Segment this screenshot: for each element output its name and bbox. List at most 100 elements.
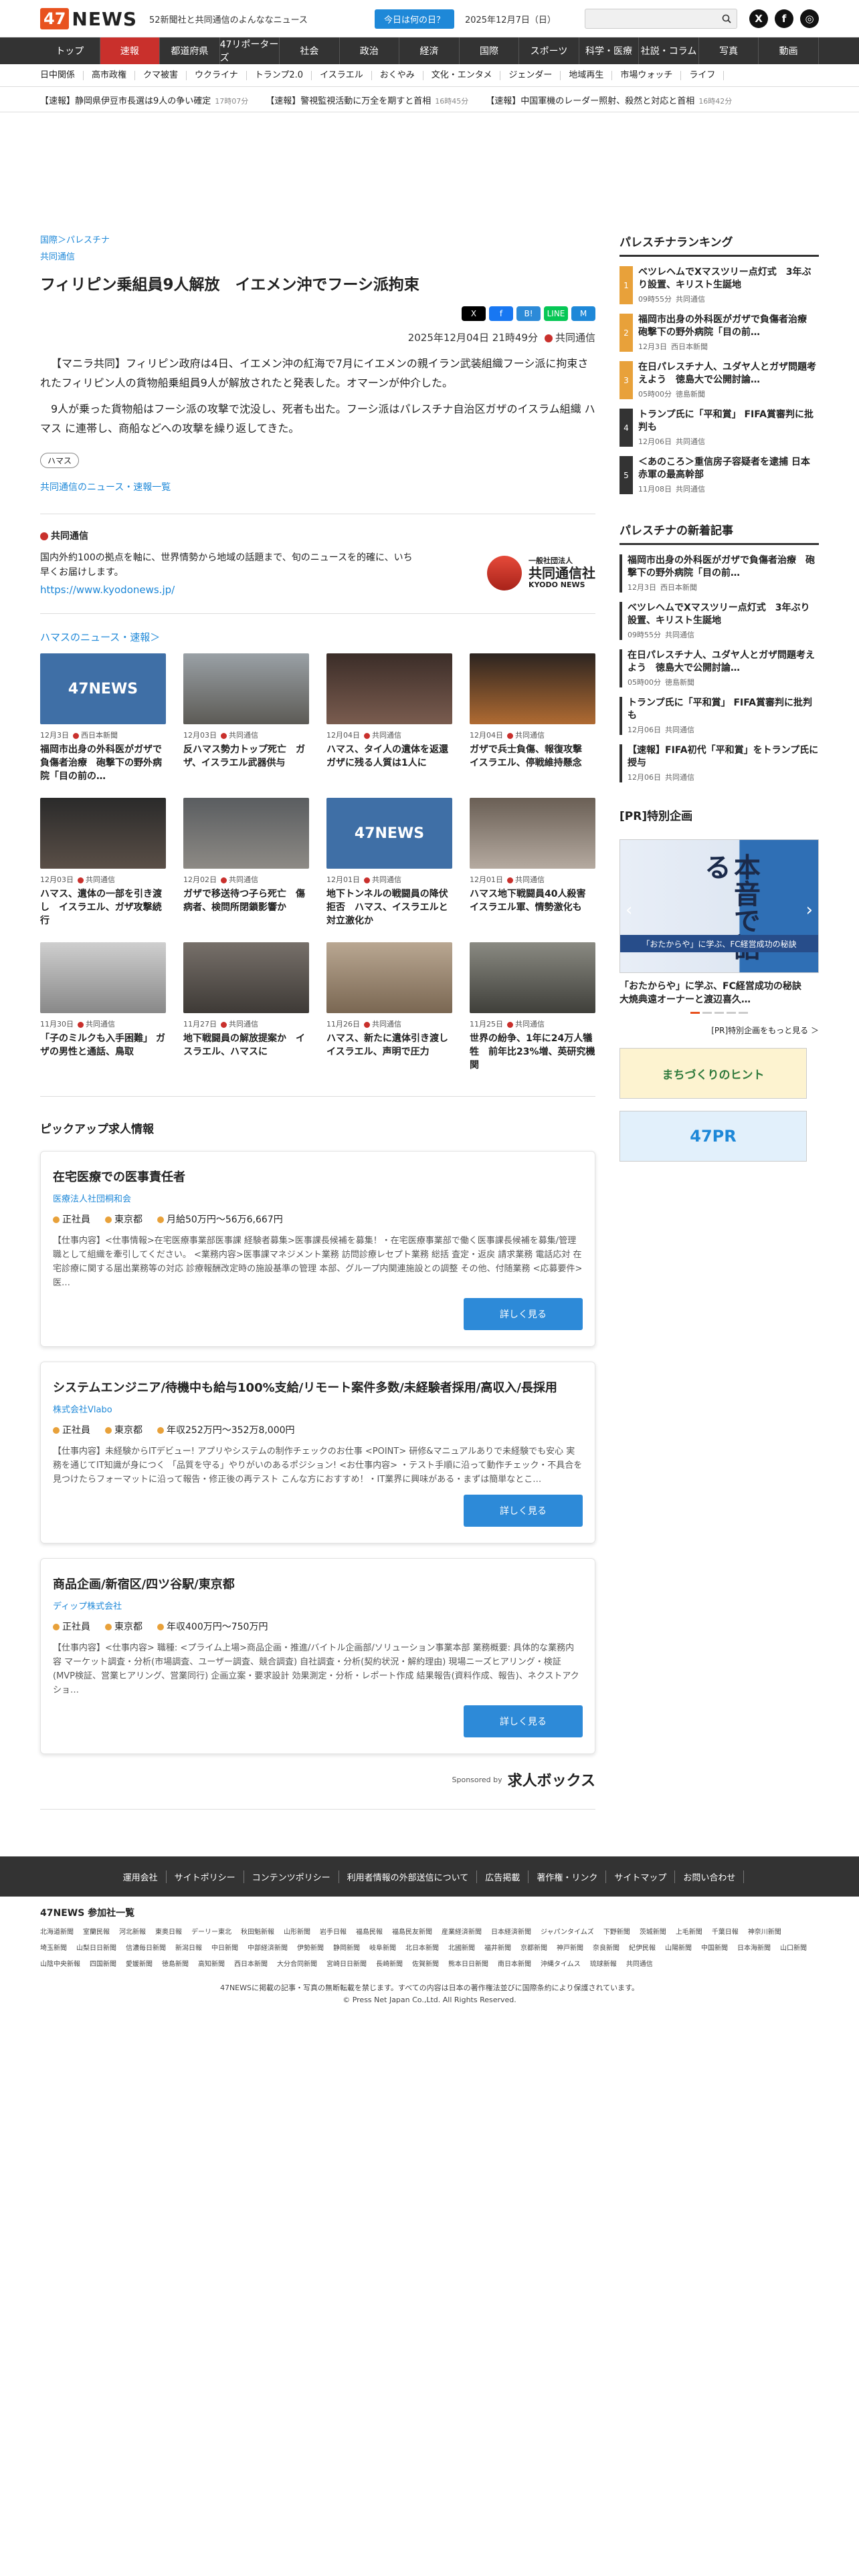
news-card[interactable]: 11月25日 共同通信 世界の紛争、1年に24万人犠牲 前年比23%増、英研究機関 xyxy=(470,942,595,1072)
news-card[interactable]: 11月26日 共同通信 ハマス、新たに遺体引き渡し イスラエル、声明で圧力 xyxy=(326,942,452,1072)
member-link[interactable]: 上毛新聞 xyxy=(676,1925,712,1941)
news-card[interactable]: 47NEWS 12月3日 西日本新聞 福岡市出身の外科医がガザで負傷者治療 砲撃下の野… xyxy=(40,653,166,783)
newest-item[interactable]: 在日パレスチナ人、ユダヤ人とガザ問題考えよう 徳島大で公開討論… 05時00分 徳島… xyxy=(619,649,819,687)
topic-item[interactable]: イスラエル xyxy=(312,71,372,80)
news-thumbnail[interactable] xyxy=(326,942,452,1013)
chevron-left-icon[interactable]: ‹ xyxy=(626,900,632,920)
member-link[interactable]: 神奈川新聞 xyxy=(748,1925,791,1941)
news-thumbnail[interactable] xyxy=(183,942,309,1013)
newest-title[interactable]: 【速報】FIFA初代「平和賞」をトランプ氏に授与 xyxy=(628,744,819,770)
news-title[interactable]: ガザで移送待つ子ら死亡 傷病者、検問所閉鎖影響か xyxy=(183,887,309,928)
news-card[interactable]: 12月01日 共同通信 ハマス地下戦闘員40人殺害 イスラエル軍、情勢激化も xyxy=(470,798,595,928)
newest-title[interactable]: ベツレヘムでXマスツリー点灯式 3年ぶり設置、キリスト生誕地 xyxy=(628,602,819,627)
news-title[interactable]: 福岡市出身の外科医がガザで負傷者治療 砲撃下の野外病院「目の前の… xyxy=(40,743,166,783)
footer-link[interactable]: 広告掲載 xyxy=(477,1870,529,1883)
ticker-item[interactable]: 【速報】中国軍機のレーダー照射、殺然と対応と首相 16時42分 xyxy=(486,94,732,106)
newest-title[interactable]: 福岡市出身の外科医がガザで負傷者治療 砲撃下の野外病院「目の前… xyxy=(628,554,819,580)
member-link[interactable]: 琉球新報 xyxy=(590,1957,626,1973)
news-title[interactable]: 地下トンネルの戦闘員の降伏拒否 ハマス、イスラエルと対立激化か xyxy=(326,887,452,928)
nav-item[interactable]: 社会 xyxy=(280,37,340,64)
news-title[interactable]: 「子のミルクも入手困難」 ガザの男性と通話、鳥取 xyxy=(40,1032,166,1072)
nav-item[interactable]: 動画 xyxy=(759,37,819,64)
footer-link[interactable]: コンテンツポリシー xyxy=(244,1870,339,1883)
member-link[interactable]: 四国新聞 xyxy=(90,1957,126,1973)
banner-47pr[interactable]: 47PR xyxy=(619,1111,807,1162)
ranking-item[interactable]: 1 ベツレヘムでXマスツリー点灯式 3年ぶり設置、キリスト生誕地 09時55分 共同通… xyxy=(619,266,819,304)
member-link[interactable]: 徳島新聞 xyxy=(162,1957,198,1973)
member-link[interactable]: 佐賀新聞 xyxy=(412,1957,448,1973)
ranking-title[interactable]: ベツレヘムでXマスツリー点灯式 3年ぶり設置、キリスト生誕地 xyxy=(638,266,819,292)
banner-machizukuri[interactable]: まちづくりのヒント xyxy=(619,1048,807,1099)
nav-item[interactable]: 写真 xyxy=(699,37,759,64)
ranking-item[interactable]: 3 在日パレスチナ人、ユダヤ人とガザ問題考えよう 徳島大で公開討論… 05時00分徳… xyxy=(619,361,819,399)
ranking-item[interactable]: 4 トランプ氏に「平和賞」 FIFA賞審判に批判も 12月06日 共同通信 xyxy=(619,409,819,447)
news-title[interactable]: 世界の紛争、1年に24万人犠牲 前年比23%増、英研究機関 xyxy=(470,1032,595,1072)
topic-item[interactable]: ジェンダー xyxy=(500,71,561,80)
pr-title[interactable]: 「おたからや」に学ぶ、FC経営成功の秘訣 大焼典遠オーナーと渡辺喜久… xyxy=(619,980,819,1006)
member-link[interactable]: 日本海新聞 xyxy=(737,1941,780,1957)
member-link[interactable]: 河北新報 xyxy=(119,1925,155,1941)
member-link[interactable]: 大分合同新聞 xyxy=(277,1957,326,1973)
share-button[interactable]: M xyxy=(571,306,595,321)
job-card[interactable]: 在宅医療での医事責任者 医療法人社団桐和会 正社員 東京都 月給50万円〜56万6,66… xyxy=(40,1151,595,1347)
member-link[interactable]: 中国新聞 xyxy=(701,1941,737,1957)
topic-item[interactable]: 日中関係 xyxy=(40,71,84,80)
news-title[interactable]: ハマス、遺体の一部を引き渡し イスラエル、ガザ攻撃続行 xyxy=(40,887,166,928)
footer-link[interactable]: 利用者情報の外部送信について xyxy=(339,1870,478,1883)
ticker-item[interactable]: 【速報】静岡県伊豆市長選は9人の争い確定 17時07分 xyxy=(40,94,248,106)
news-card[interactable]: 11月30日 共同通信 「子のミルクも入手困難」 ガザの男性と通話、鳥取 xyxy=(40,942,166,1072)
news-card[interactable]: 12月03日 共同通信 ハマス、遺体の一部を引き渡し イスラエル、ガザ攻撃続行 xyxy=(40,798,166,928)
share-button[interactable]: B! xyxy=(516,306,541,321)
agency-news-link[interactable]: 共同通信のニュース・速報一覧 xyxy=(40,480,595,514)
job-title[interactable]: システムエンジニア/待機中も給与100%支給/リモート案件多数/未経験者採用/高… xyxy=(53,1378,583,1396)
member-link[interactable]: 山形新聞 xyxy=(284,1925,320,1941)
job-detail-button[interactable]: 詳しく見る xyxy=(464,1705,583,1737)
newest-item[interactable]: トランプ氏に「平和賞」 FIFA賞審判に批判も 12月06日 共同通信 xyxy=(619,697,819,735)
job-company[interactable]: 株式会社Vlabo xyxy=(53,1402,583,1415)
member-link[interactable]: 東奥日報 xyxy=(155,1925,191,1941)
news-title[interactable]: 反ハマス勢力トップ死亡 ガザ、イスラエル武器供与 xyxy=(183,743,309,783)
ticker-item[interactable]: 【速報】警視監視活動に万全を期すと首相 16時45分 xyxy=(266,94,468,106)
x-icon[interactable]: X xyxy=(749,9,768,28)
news-title[interactable]: ハマス、タイ人の遺体を返還 ガザに残る人質は1人に xyxy=(326,743,452,783)
share-button[interactable]: LINE xyxy=(544,306,568,321)
job-title[interactable]: 商品企画/新宿区/四ツ谷駅/東京都 xyxy=(53,1575,583,1592)
member-link[interactable]: 北日本新聞 xyxy=(405,1941,448,1957)
topic-item[interactable]: 高市政権 xyxy=(84,71,136,80)
newest-title[interactable]: 在日パレスチナ人、ユダヤ人とガザ問題考えよう 徳島大で公開討論… xyxy=(628,649,819,675)
nav-item[interactable]: 速報 xyxy=(100,37,161,64)
member-link[interactable]: 福島民報 xyxy=(356,1925,392,1941)
today-button[interactable]: 今日は何の日？ xyxy=(374,9,454,29)
newest-item[interactable]: 【速報】FIFA初代「平和賞」をトランプ氏に授与 12月06日 共同通信 xyxy=(619,744,819,782)
news-thumbnail[interactable]: 47NEWS xyxy=(40,653,166,724)
member-link[interactable]: 京都新聞 xyxy=(520,1941,557,1957)
job-card[interactable]: システムエンジニア/待機中も給与100%支給/リモート案件多数/未経験者採用/高… xyxy=(40,1362,595,1543)
sponsor[interactable]: Sponsored by 求人ボックス xyxy=(40,1769,596,1790)
news-thumbnail[interactable] xyxy=(40,798,166,869)
news-title[interactable]: ハマス地下戦闘員40人殺害 イスラエル軍、情勢激化も xyxy=(470,887,595,928)
member-link[interactable]: 神戸新聞 xyxy=(557,1941,593,1957)
topic-item[interactable]: 市場ウォッチ xyxy=(612,71,682,80)
news-title[interactable]: 地下戦闘員の解放提案か イスラエル、ハマスに xyxy=(183,1032,309,1072)
member-link[interactable]: 埼玉新聞 xyxy=(40,1941,76,1957)
news-card[interactable]: 11月27日 共同通信 地下戦闘員の解放提案か イスラエル、ハマスに xyxy=(183,942,309,1072)
footer-link[interactable]: サイトマップ xyxy=(606,1870,676,1883)
tag-hamas[interactable]: ハマス xyxy=(40,453,80,468)
member-link[interactable]: 沖縄タイムス xyxy=(541,1957,590,1973)
member-link[interactable]: 福島民友新聞 xyxy=(392,1925,442,1941)
member-link[interactable]: 伊勢新聞 xyxy=(297,1941,333,1957)
pr-more-link[interactable]: [PR]特別企画をもっと見る ＞ xyxy=(619,1025,819,1036)
topic-item[interactable]: ライフ xyxy=(681,71,725,80)
news-thumbnail[interactable] xyxy=(40,942,166,1013)
search-input[interactable] xyxy=(585,9,737,29)
member-link[interactable]: 西日本新聞 xyxy=(234,1957,277,1973)
footer-link[interactable]: お問い合わせ xyxy=(675,1870,745,1883)
job-company[interactable]: 医療法人社団桐和会 xyxy=(53,1192,583,1204)
member-link[interactable]: 高知新聞 xyxy=(198,1957,234,1973)
footer-link[interactable]: 運用会社 xyxy=(115,1870,167,1883)
share-button[interactable]: f xyxy=(489,306,513,321)
ranking-title[interactable]: ＜あのころ＞重信房子容疑者を逮捕 日本赤軍の最高幹部 xyxy=(638,456,819,481)
job-detail-button[interactable]: 詳しく見る xyxy=(464,1298,583,1330)
ranking-title[interactable]: 福岡市出身の外科医がガザで負傷者治療 砲撃下の野外病院「目の前… xyxy=(638,314,819,339)
member-link[interactable]: 共同通信 xyxy=(626,1957,662,1973)
